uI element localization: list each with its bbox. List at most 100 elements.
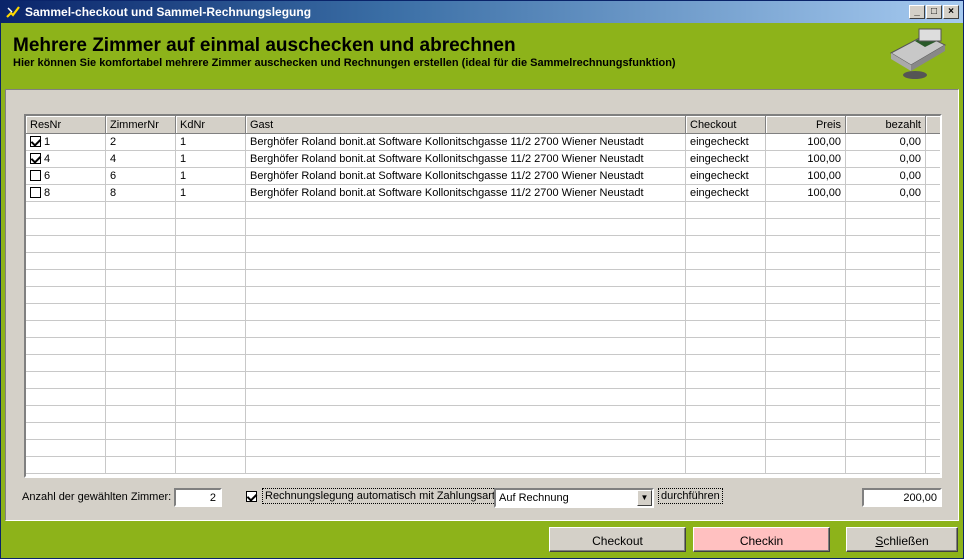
col-bezahlt[interactable]: bezahlt [846,116,926,134]
execute-label[interactable]: durchführen [658,488,723,504]
table-cell [246,270,686,287]
table-row[interactable] [26,423,940,440]
table-row[interactable] [26,321,940,338]
table-row[interactable] [26,253,940,270]
table-cell [176,440,246,457]
payment-method-select[interactable]: Auf Rechnung ▼ [494,488,654,508]
table-row[interactable] [26,219,940,236]
table-row[interactable] [26,202,940,219]
table-cell [246,219,686,236]
table-cell [686,321,766,338]
maximize-button[interactable]: □ [926,5,942,19]
table-cell [246,355,686,372]
app-icon [6,6,20,18]
table-cell [106,406,176,423]
table-cell [176,372,246,389]
table-cell [926,236,940,253]
table-row[interactable] [26,236,940,253]
table-row[interactable] [26,270,940,287]
table-row[interactable]: 1 2 1 Berghöfer Roland bonit.at Software Ko… [26,134,940,151]
row-checkbox[interactable] [30,153,41,164]
table-cell: 1 [26,134,106,151]
col-kdnr[interactable]: KdNr [176,116,246,134]
table-cell: eingecheckt [686,168,766,185]
table-cell [926,270,940,287]
table-cell [926,406,940,423]
table-cell [686,253,766,270]
cell-text: 8 [110,187,117,199]
table-cell [686,423,766,440]
cell-text: Berghöfer Roland bonit.at Software Kollo… [250,187,644,199]
title-bar[interactable]: Sammel-checkout und Sammel-Rechnungslegu… [1,1,963,23]
table-cell [926,389,940,406]
close-button[interactable]: Schließen [846,527,958,552]
table-cell [766,406,846,423]
table-cell [26,338,106,355]
row-checkbox[interactable] [30,136,41,147]
table-row[interactable]: 4 4 1 Berghöfer Roland bonit.at Software Ko… [26,151,940,168]
table-cell [176,457,246,474]
table-row[interactable] [26,372,940,389]
table-cell [846,253,926,270]
table-cell [926,304,940,321]
table-cell [246,372,686,389]
table-cell [766,338,846,355]
auto-invoice-label[interactable]: Rechnungslegung automatisch mit Zahlungs… [262,488,498,504]
table-cell: 1 [176,168,246,185]
table-cell [26,202,106,219]
table-cell [846,355,926,372]
table-row[interactable]: 8 8 1 Berghöfer Roland bonit.at Software Ko… [26,185,940,202]
table-row[interactable] [26,389,940,406]
cell-text: 0,00 [899,153,921,165]
cell-text: 1 [180,153,187,165]
table-cell [686,372,766,389]
cell-text: eingecheckt [690,153,749,165]
table-cell [106,287,176,304]
cell-text: 1 [44,136,51,148]
table-cell [766,202,846,219]
table-cell: Berghöfer Roland bonit.at Software Kollo… [246,168,686,185]
table-cell: 100,00 [766,185,846,202]
cell-text: eingecheckt [690,136,749,148]
table-cell [106,253,176,270]
table-cell [846,389,926,406]
row-checkbox[interactable] [30,187,41,198]
table-row[interactable] [26,338,940,355]
table-cell [686,219,766,236]
table-cell: 6 [26,168,106,185]
table-row[interactable] [26,406,940,423]
table-cell [926,355,940,372]
table-row[interactable] [26,304,940,321]
col-resnr[interactable]: ResNr [26,116,106,134]
minimize-button[interactable]: _ [909,5,925,19]
table-cell [26,406,106,423]
table-cell [246,321,686,338]
cell-text: 100,00 [807,170,841,182]
auto-invoice-checkbox[interactable] [246,491,260,503]
cell-text: 4 [110,153,117,165]
table-cell [26,355,106,372]
checkin-button[interactable]: Checkin [693,527,830,552]
rooms-table[interactable]: ResNr ZimmerNr KdNr Gast Checkout Preis … [24,114,942,478]
close-window-button[interactable]: × [943,5,959,19]
checkout-button[interactable]: Checkout [549,527,686,552]
table-cell [26,304,106,321]
table-row[interactable] [26,287,940,304]
cell-text: 100,00 [807,136,841,148]
table-cell: 100,00 [766,168,846,185]
table-cell [766,389,846,406]
col-zimmernr[interactable]: ZimmerNr [106,116,176,134]
cell-text: 8 [44,187,51,199]
table-row[interactable]: 6 6 1 Berghöfer Roland bonit.at Software Ko… [26,168,940,185]
table-header: ResNr ZimmerNr KdNr Gast Checkout Preis … [26,116,940,134]
cell-text: 100,00 [807,153,841,165]
col-checkout[interactable]: Checkout [686,116,766,134]
row-checkbox[interactable] [30,170,41,181]
col-gast[interactable]: Gast [246,116,686,134]
col-preis[interactable]: Preis [766,116,846,134]
dropdown-arrow-icon[interactable]: ▼ [637,490,652,506]
table-row[interactable] [26,440,940,457]
table-row[interactable] [26,457,940,474]
app-window: Sammel-checkout und Sammel-Rechnungslegu… [0,0,964,559]
table-row[interactable] [26,355,940,372]
